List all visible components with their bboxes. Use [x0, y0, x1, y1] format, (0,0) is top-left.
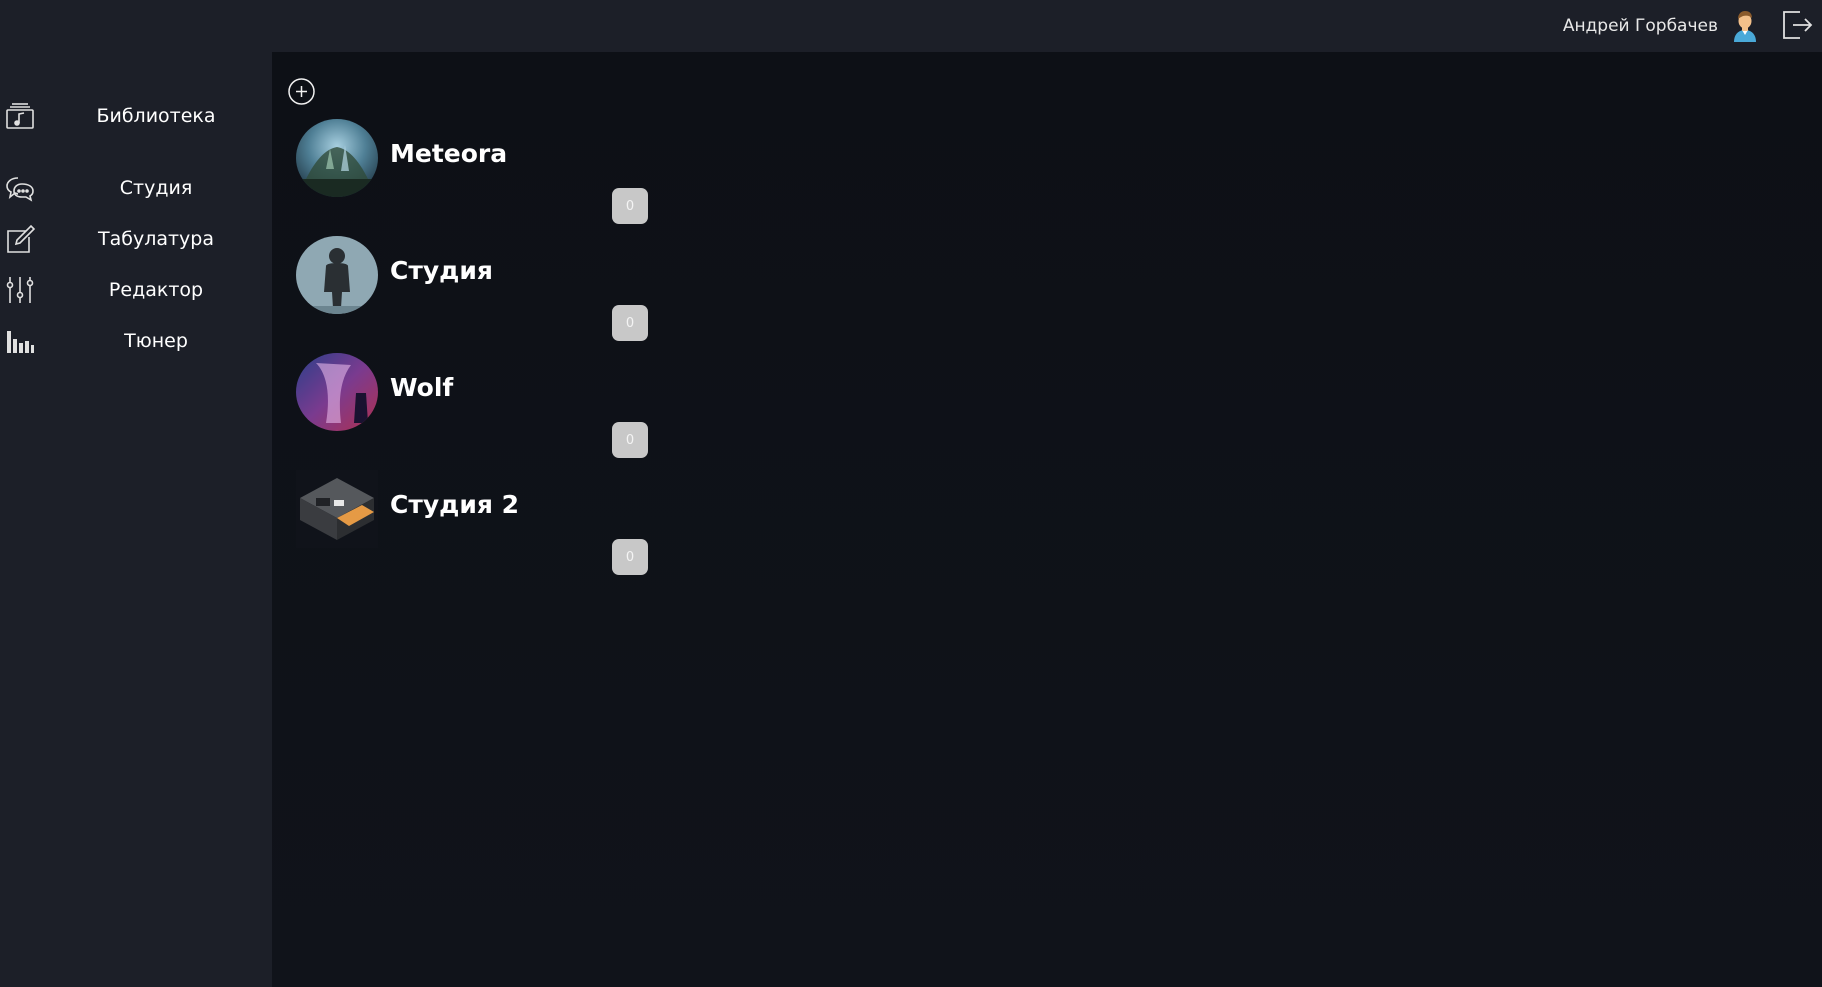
sliders-icon: [6, 277, 34, 303]
sidebar-item-studio[interactable]: Студия: [0, 166, 272, 210]
studio-name[interactable]: Студия 2: [390, 490, 519, 519]
sidebar-item-library[interactable]: Библиотека: [0, 94, 272, 138]
studio-item: Студия 0: [296, 236, 656, 346]
count-badge: 0: [612, 188, 648, 224]
chat-bubbles-icon: [6, 177, 34, 202]
studio-thumbnail[interactable]: [296, 119, 378, 197]
studio-name[interactable]: Wolf: [390, 373, 453, 402]
main-content: Meteora 0 Студия 0 Wolf 0 Студия 2 0: [272, 52, 1822, 987]
studio-item: Meteora 0: [296, 119, 656, 229]
studio-image: [296, 119, 378, 197]
studio-image: [296, 236, 378, 314]
sidebar: Библиотека Студия Табулатура Редактор Тю…: [0, 52, 272, 987]
sidebar-item-tuner[interactable]: Тюнер: [0, 319, 272, 363]
sidebar-item-editor[interactable]: Редактор: [0, 268, 272, 312]
studio-thumbnail[interactable]: [296, 353, 378, 431]
edit-icon: [7, 224, 36, 253]
sidebar-item-label: Библиотека: [96, 105, 216, 127]
studio-item: Wolf 0: [296, 353, 656, 463]
sidebar-item-label: Студия: [119, 177, 193, 199]
sidebar-item-label: Табулатура: [97, 228, 214, 250]
music-library-icon: [6, 103, 34, 129]
sidebar-item-tablature[interactable]: Табулатура: [0, 217, 272, 261]
top-bar: Андрей Горбачев: [0, 0, 1822, 52]
studio-image: [296, 353, 378, 431]
studio-item: Студия 2 0: [296, 470, 656, 580]
equalizer-icon: [7, 331, 34, 353]
sidebar-item-label: Редактор: [108, 279, 204, 301]
sidebar-item-label: Тюнер: [124, 330, 188, 352]
studio-image: [296, 470, 378, 548]
count-badge: 0: [612, 422, 648, 458]
studio-thumbnail[interactable]: [296, 236, 378, 314]
plus-circle-icon[interactable]: [287, 77, 316, 106]
studio-name[interactable]: Студия: [390, 256, 493, 285]
count-badge: 0: [612, 305, 648, 341]
logout-icon[interactable]: [1780, 8, 1814, 42]
user-info[interactable]: Андрей Горбачев: [1563, 0, 1760, 52]
studio-thumbnail[interactable]: [296, 470, 378, 548]
count-badge: 0: [612, 539, 648, 575]
user-name: Андрей Горбачев: [1562, 16, 1718, 36]
studio-name[interactable]: Meteora: [390, 139, 507, 168]
user-avatar-icon: [1734, 11, 1756, 42]
